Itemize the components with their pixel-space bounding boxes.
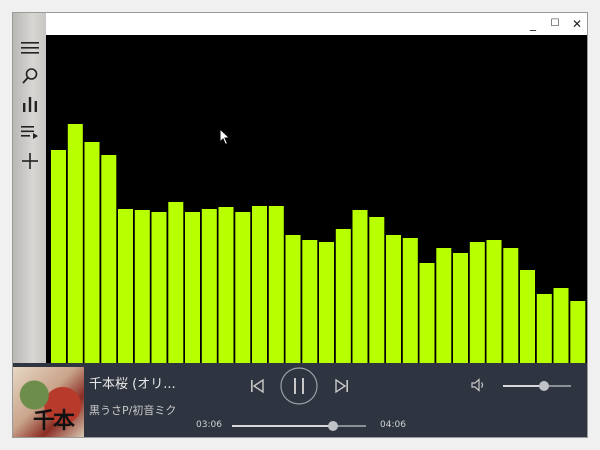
hamburger-icon xyxy=(21,42,39,54)
album-art-title: 千本桜 xyxy=(33,408,75,434)
close-button[interactable]: ✕ xyxy=(566,13,587,35)
spectrum-bar xyxy=(168,202,184,363)
add-button[interactable] xyxy=(19,150,41,172)
spectrum-bar xyxy=(536,294,552,363)
volume-icon xyxy=(471,378,484,392)
volume-slider-fill xyxy=(503,385,544,387)
spectrum-bar xyxy=(268,206,284,363)
spectrum-bar xyxy=(486,240,502,363)
spectrum-bar xyxy=(51,150,66,363)
spectrum-bar xyxy=(218,207,234,363)
skip-next-icon xyxy=(335,378,348,394)
spectrum-bar xyxy=(436,248,452,363)
hamburger-menu-button[interactable] xyxy=(19,37,41,59)
title-bar: _ ☐ ✕ xyxy=(46,13,587,35)
spectrum-bar xyxy=(570,301,586,363)
volume-slider[interactable] xyxy=(503,381,571,391)
skip-previous-icon xyxy=(251,378,264,394)
spectrum-bars xyxy=(51,124,586,363)
search-button[interactable] xyxy=(19,65,41,87)
mouse-pointer-icon xyxy=(219,128,231,146)
spectrum-bar xyxy=(369,217,385,363)
track-title: 千本桜 (オリ... xyxy=(89,377,176,392)
spectrum-bar xyxy=(235,212,251,363)
spectrum-bar xyxy=(118,209,133,363)
spectrum-bar xyxy=(252,206,267,363)
spectrum-bar xyxy=(352,210,368,363)
playlist-button[interactable] xyxy=(19,121,41,143)
album-art[interactable]: 千本桜 xyxy=(13,367,84,437)
play-pause-button[interactable] xyxy=(280,367,318,405)
search-icon xyxy=(22,68,38,84)
spectrum-bar xyxy=(319,242,334,363)
spectrum-bar xyxy=(67,124,83,363)
minimize-button[interactable]: _ xyxy=(522,13,544,35)
audio-visualizer xyxy=(46,35,587,363)
spectrum-bar xyxy=(285,235,301,363)
app-window: _ ☐ ✕ 千本 千本桜 (オリ... 黒うさP/初音ミク 03:06 04:0… xyxy=(12,12,588,438)
previous-button[interactable] xyxy=(248,377,266,395)
pause-icon xyxy=(280,367,318,405)
spectrum-bar xyxy=(134,210,150,363)
visualizer-button[interactable] xyxy=(19,93,41,115)
elapsed-time: 03:06 xyxy=(196,420,222,430)
sidebar xyxy=(13,13,46,363)
volume-button[interactable] xyxy=(471,377,487,393)
spectrum-bar xyxy=(453,253,468,363)
spectrum-bar xyxy=(185,212,200,363)
spectrum-bar xyxy=(201,209,217,363)
spectrum-bar xyxy=(386,235,401,363)
maximize-button[interactable]: ☐ xyxy=(544,13,566,35)
plus-icon xyxy=(22,153,38,169)
spectrum-bar xyxy=(402,238,418,363)
spectrum-bar xyxy=(335,229,351,363)
spectrum-bar xyxy=(151,212,167,363)
player-bar: 千本桜 千本桜 (オリ... 黒うさP/初音ミク 03:06 xyxy=(13,363,587,437)
total-time: 04:06 xyxy=(380,420,406,430)
next-button[interactable] xyxy=(333,377,351,395)
bar-chart-icon xyxy=(23,97,37,112)
spectrum-bar xyxy=(520,270,535,363)
spectrum-bar xyxy=(503,248,519,363)
spectrum-bar xyxy=(84,142,100,363)
track-artist: 黒うさP/初音ミク xyxy=(89,404,177,417)
spectrum-bar xyxy=(469,242,485,363)
seek-bar[interactable] xyxy=(232,421,366,431)
spectrum-bar xyxy=(553,288,569,363)
seek-bar-fill xyxy=(232,425,334,427)
spectrum-bar xyxy=(302,240,318,363)
seek-bar-thumb[interactable] xyxy=(328,421,339,431)
spectrum-bar xyxy=(101,155,117,363)
playlist-icon xyxy=(21,126,38,139)
volume-slider-thumb[interactable] xyxy=(538,381,549,391)
spectrum-bar xyxy=(419,263,435,363)
